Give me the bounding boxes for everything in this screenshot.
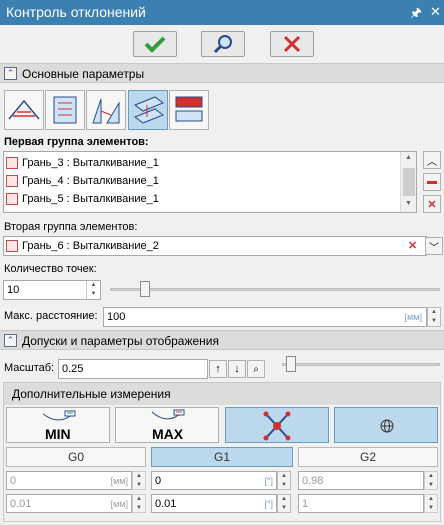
chevron-up-icon: ︿ (427, 156, 437, 168)
group1-label: Первая группа элементов: (4, 136, 149, 148)
arrow-up-icon: ↑ (215, 363, 221, 375)
maxdist-spinner[interactable]: ▲ ▼ (427, 307, 441, 327)
surfaces-mode-icon (53, 96, 77, 124)
clear-icon[interactable]: ✕ (408, 239, 417, 252)
spinner[interactable]: ▲ ▼ (132, 494, 146, 513)
section-main-params[interactable]: ⌃ Основные параметры (0, 63, 444, 83)
maxdist-label: Макс. расстояние: (4, 310, 98, 322)
check-icon (144, 36, 166, 53)
title-bar: Контроль отклонений 🖈 ✕ (0, 0, 444, 25)
collapse-icon[interactable]: ⌃ (4, 334, 17, 347)
g0-value-1[interactable]: 0 [мм] (6, 471, 132, 490)
remove-button[interactable] (423, 173, 441, 191)
spinner[interactable]: ▲ ▼ (424, 471, 438, 490)
g1-value-2[interactable]: 0.01 [°] (151, 494, 277, 513)
g0-button[interactable]: G0 (6, 447, 146, 467)
panel-title: Дополнительные измерения (12, 387, 171, 401)
curvature-button[interactable] (225, 407, 329, 443)
scale-label: Масштаб: (4, 362, 55, 374)
g1-value-1[interactable]: 0 [°] (151, 471, 277, 490)
sphere-button[interactable] (334, 407, 438, 443)
plane-mode-icon (8, 99, 40, 120)
spinner[interactable]: ▲ ▼ (277, 494, 291, 513)
g0-value-2[interactable]: 0.01 [мм] (6, 494, 132, 513)
cancel-button[interactable] (270, 31, 314, 57)
maxdist-input[interactable]: 100 [мм] (103, 307, 427, 327)
points-spinner[interactable]: ▲ ▼ (86, 281, 100, 299)
offset-mode-icon (175, 96, 203, 122)
dropdown-button[interactable]: ﹀ (425, 237, 443, 255)
ok-button[interactable] (133, 31, 177, 57)
arrow-down-icon: ↓ (234, 363, 240, 375)
g1-button[interactable]: G1 (151, 447, 293, 467)
spinner[interactable]: ▲ ▼ (424, 494, 438, 513)
network-icon (263, 411, 291, 441)
g2-value-2[interactable]: 1 (298, 494, 424, 513)
close-icon[interactable]: ✕ (430, 4, 441, 20)
list-item[interactable]: Грань_4 : Выталкивание_1 (6, 172, 159, 190)
group1-list[interactable]: Грань_3 : Выталкивание_1 Грань_4 : Вытал… (3, 151, 417, 213)
angle-mode-icon (92, 98, 120, 124)
group2-label: Вторая группа элементов: (4, 221, 138, 233)
scroll-up-icon[interactable]: ▲ (405, 154, 412, 161)
scale-slider[interactable] (282, 356, 440, 372)
section-title: Допуски и параметры отображения (22, 334, 219, 348)
face-icon (6, 240, 18, 252)
magnifier-icon (213, 35, 232, 54)
scale-up-button[interactable]: ↑ (209, 360, 227, 378)
x-icon: ✕ (427, 198, 437, 211)
magnifier-icon: ⌕ (253, 363, 259, 375)
points-label: Количество точек: (4, 263, 97, 275)
scale-input[interactable]: 0.25 (58, 359, 208, 379)
mode-plane-button[interactable] (4, 90, 44, 130)
mode-parallel-button[interactable] (128, 90, 168, 130)
scroll-thumb[interactable] (403, 168, 415, 196)
scale-search-button[interactable]: ⌕ (247, 360, 265, 378)
scrollbar[interactable]: ▲ ▼ (400, 152, 416, 212)
mode-offset-button[interactable] (169, 90, 209, 130)
move-up-button[interactable]: ︿ (423, 151, 441, 169)
mode-surfaces-button[interactable] (45, 90, 85, 130)
globe-icon (380, 419, 394, 433)
min-button[interactable]: MIN (6, 407, 110, 443)
clear-button[interactable]: ✕ (423, 195, 441, 213)
list-item[interactable]: Грань_3 : Выталкивание_1 (6, 154, 159, 172)
cancel-icon (283, 35, 301, 53)
points-slider[interactable] (110, 281, 440, 297)
section-tolerances[interactable]: ⌃ Допуски и параметры отображения (0, 330, 444, 350)
g2-value-1[interactable]: 0.98 (298, 471, 424, 490)
spinner[interactable]: ▲ ▼ (132, 471, 146, 490)
g2-button[interactable]: G2 (298, 447, 438, 467)
window-title: Контроль отклонений (6, 4, 146, 20)
slider-thumb[interactable] (286, 356, 296, 372)
group2-field[interactable]: Грань_6 : Выталкивание_2 ✕ (3, 236, 427, 256)
list-item[interactable]: Грань_5 : Выталкивание_1 (6, 190, 159, 208)
chevron-down-icon: ﹀ (429, 242, 439, 254)
scale-down-button[interactable]: ↓ (228, 360, 246, 378)
slider-thumb[interactable] (140, 281, 150, 297)
parallel-mode-icon (133, 96, 165, 124)
pin-icon[interactable]: 🖈 (410, 4, 422, 26)
face-icon (6, 157, 18, 169)
face-icon (6, 193, 18, 205)
spinner[interactable]: ▲ ▼ (277, 471, 291, 490)
section-title: Основные параметры (22, 67, 145, 81)
points-input[interactable]: 10 ▲ ▼ (3, 280, 101, 300)
scroll-down-icon[interactable]: ▼ (405, 200, 412, 207)
face-icon (6, 175, 18, 187)
mode-angle-button[interactable] (86, 90, 126, 130)
preview-button[interactable] (201, 31, 245, 57)
minus-icon (427, 180, 437, 184)
max-button[interactable]: MAX (115, 407, 219, 443)
collapse-icon[interactable]: ⌃ (4, 67, 17, 80)
